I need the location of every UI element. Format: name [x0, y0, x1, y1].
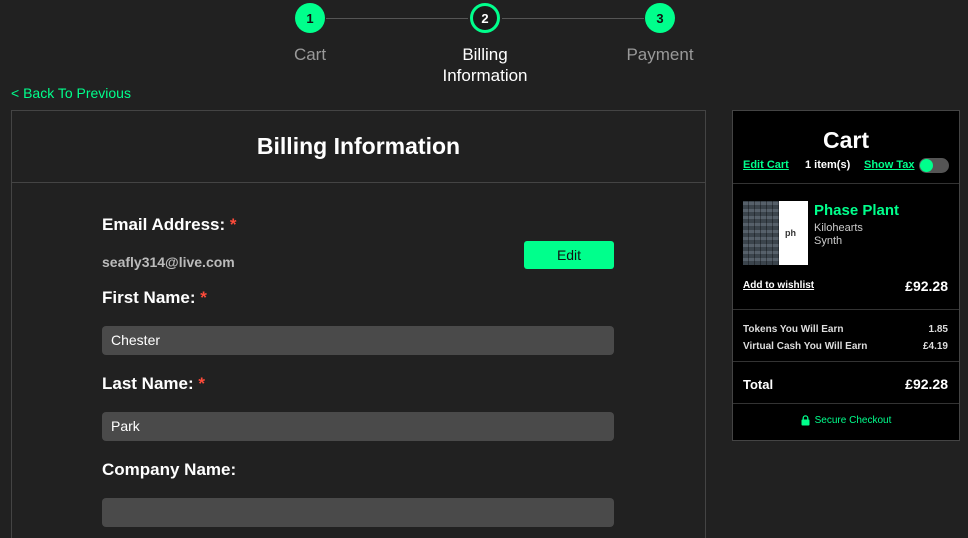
- thumbnail-grid: [743, 201, 779, 265]
- back-to-previous-link[interactable]: < Back To Previous: [11, 85, 131, 101]
- edit-email-button[interactable]: Edit: [524, 241, 614, 269]
- cart-title: Cart: [822, 127, 869, 153]
- checkout-stepper: 1 Cart 2 Billing Information 3 Payment: [0, 0, 968, 90]
- divider: [733, 403, 959, 404]
- step-3-label: Payment: [626, 45, 694, 64]
- step-1-label[interactable]: Cart: [240, 44, 380, 65]
- cart-meta-row: Edit Cart 1 item(s) Show Tax: [743, 158, 949, 175]
- show-tax-toggle[interactable]: [919, 158, 949, 173]
- last-name-label: Last Name: *: [102, 374, 205, 394]
- billing-form-panel: Billing Information Email Address: * sea…: [11, 110, 706, 538]
- email-value: seafly314@live.com: [102, 254, 235, 270]
- required-mark: *: [198, 374, 205, 393]
- toggle-knob: [920, 159, 933, 172]
- total-value: £92.28: [905, 376, 948, 392]
- company-name-label: Company Name:: [102, 460, 236, 480]
- divider: [733, 183, 959, 184]
- step-2-label: Billing Information: [415, 44, 555, 86]
- step-connector: [326, 18, 468, 19]
- items-count: 1 item(s): [805, 159, 851, 171]
- edit-cart-link[interactable]: Edit Cart: [743, 159, 789, 171]
- first-name-label: First Name: *: [102, 288, 207, 308]
- email-label: Email Address: *: [102, 215, 237, 235]
- secure-checkout-button[interactable]: Secure Checkout: [733, 415, 959, 426]
- total-label: Total: [743, 377, 774, 392]
- step-connector: [502, 18, 644, 19]
- required-mark: *: [229, 215, 237, 234]
- virtual-cash-value: £4.19: [922, 341, 948, 352]
- product-name-link[interactable]: Phase Plant: [814, 202, 899, 219]
- add-to-wishlist-link[interactable]: Add to wishlist: [743, 280, 814, 291]
- tokens-label: Tokens You Will Earn: [743, 324, 844, 335]
- company-name-input[interactable]: [102, 498, 614, 527]
- last-name-label-text: Last Name:: [102, 374, 194, 393]
- first-name-label-text: First Name:: [102, 288, 196, 307]
- lock-icon: [801, 415, 810, 426]
- step-1-circle[interactable]: 1: [295, 3, 325, 33]
- show-tax-link[interactable]: Show Tax: [864, 159, 915, 171]
- product-brand: Kilohearts: [814, 222, 863, 234]
- tokens-value: 1.85: [928, 324, 948, 335]
- divider: [733, 361, 959, 362]
- step-2-label-line1: Billing: [462, 45, 508, 64]
- step-2-circle: 2: [470, 3, 500, 33]
- step-3-circle: 3: [645, 3, 675, 33]
- thumbnail-logo-mark: ph: [785, 228, 796, 238]
- first-name-input[interactable]: Chester: [102, 326, 614, 355]
- last-name-input[interactable]: Park: [102, 412, 614, 441]
- product-price: £92.28: [905, 278, 948, 294]
- billing-title: Billing Information: [256, 133, 461, 159]
- product-thumbnail[interactable]: ph: [743, 201, 808, 265]
- company-name-label-text: Company Name:: [102, 460, 237, 479]
- step-2-label-line2: Information: [442, 66, 528, 85]
- required-mark: *: [200, 288, 207, 307]
- secure-checkout-label: Secure Checkout: [814, 415, 892, 426]
- product-category: Synth: [814, 235, 843, 247]
- billing-header: Billing Information: [12, 111, 705, 183]
- virtual-cash-label: Virtual Cash You Will Earn: [743, 341, 868, 352]
- divider: [733, 309, 959, 310]
- cart-summary-panel: Cart Edit Cart 1 item(s) Show Tax ph Pha…: [732, 110, 960, 441]
- email-label-text: Email Address:: [102, 215, 226, 234]
